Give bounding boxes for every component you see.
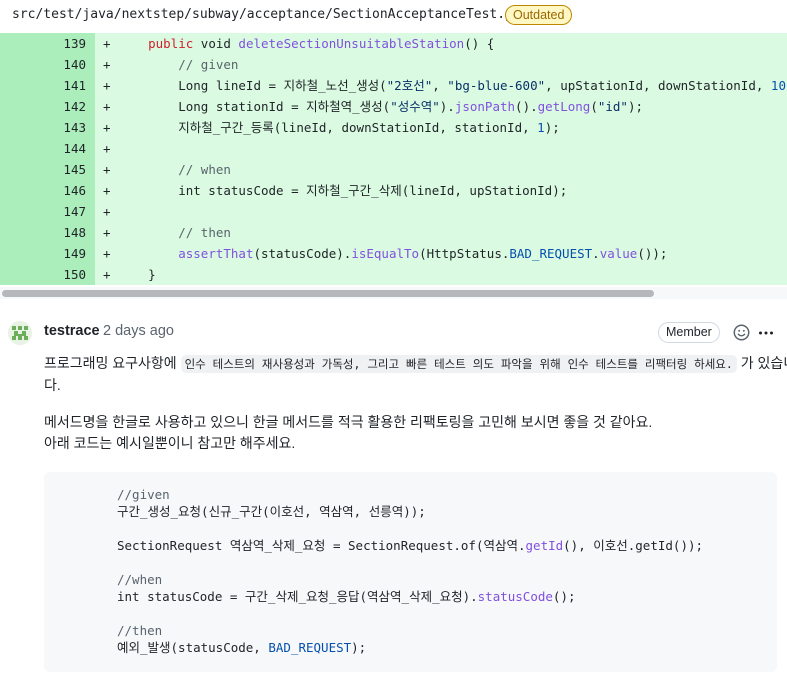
file-path-link[interactable]: src/test/java/nextstep/subway/acceptance… <box>12 7 536 22</box>
line-number: 144 <box>63 141 86 156</box>
code-line: 지하철_구간_등록(lineId, downStationId, station… <box>118 120 560 135</box>
addition-marker: + <box>103 141 111 156</box>
line-number-gutter[interactable]: 141 <box>0 75 95 96</box>
line-number-gutter[interactable]: 144 <box>0 138 95 159</box>
line-number: 146 <box>63 183 86 198</box>
line-number-gutter[interactable]: 145 <box>0 159 95 180</box>
diff-line[interactable]: 148 + // then <box>0 222 787 243</box>
code-block-line: 구간_생성_요청(신규_구간(이호선, 역삼역, 선릉역)); <box>117 504 426 519</box>
line-number: 142 <box>63 99 86 114</box>
scrollbar-thumb[interactable] <box>2 290 654 297</box>
line-number-gutter[interactable]: 146 <box>0 180 95 201</box>
comment-author[interactable]: testrace <box>44 323 100 339</box>
line-number: 150 <box>63 267 86 282</box>
code-line: // given <box>178 57 239 72</box>
diff-line[interactable]: 144 + <box>0 138 787 159</box>
smiley-icon[interactable] <box>733 324 750 341</box>
diff-line[interactable]: 150 + } <box>0 264 787 285</box>
addition-marker: + <box>103 78 111 93</box>
line-number: 140 <box>63 57 86 72</box>
code-line: Long lineId = 지하철_노선_생성("2호선", "bg-blue-… <box>118 78 787 93</box>
code-line: assertThat(statusCode).isEqualTo(HttpSta… <box>178 246 668 261</box>
line-number-gutter[interactable]: 148 <box>0 222 95 243</box>
diff-line[interactable]: 141 + Long lineId = 지하철_노선_생성("2호선", "bg-… <box>0 75 787 96</box>
code-line: // when <box>178 162 231 177</box>
addition-marker: + <box>103 225 111 240</box>
code-block-line: //given <box>117 487 170 502</box>
line-number-gutter[interactable]: 149 <box>0 243 95 264</box>
code-line: // then <box>178 225 231 240</box>
diff-line[interactable]: 149 + assertThat(statusCode).isEqualTo(Ht… <box>0 243 787 264</box>
addition-marker: + <box>103 162 111 177</box>
kebab-horizontal-icon[interactable] <box>758 325 774 341</box>
addition-marker: + <box>103 36 111 51</box>
code-line: Long stationId = 지하철역_생성("성수역").jsonPath… <box>118 99 644 114</box>
line-number: 141 <box>63 78 86 93</box>
line-number-gutter[interactable]: 140 <box>0 54 95 75</box>
code-block-line: int statusCode = 구간_삭제_요청_응답(역삼역_삭제_요청).… <box>117 589 576 604</box>
comment-paragraph-1: 프로그래밍 요구사항에 인수 테스트의 재사용성과 가독성, 그리고 빠른 테스… <box>44 353 787 375</box>
addition-marker: + <box>103 267 111 282</box>
code-line: } <box>118 267 156 282</box>
inline-code: 인수 테스트의 재사용성과 가독성, 그리고 빠른 테스트 의도 파악을 위해 … <box>180 355 737 373</box>
diff-line[interactable]: 139 + public void deleteSectionUnsuitable… <box>0 33 787 54</box>
line-number-gutter[interactable]: 143 <box>0 117 95 138</box>
line-number-gutter[interactable]: 147 <box>0 201 95 222</box>
line-number: 143 <box>63 120 86 135</box>
avatar[interactable] <box>8 321 32 345</box>
code-block-line: //then <box>117 623 163 638</box>
diff-line[interactable]: 142 + Long stationId = 지하철역_생성("성수역").jso… <box>0 96 787 117</box>
comment-paragraph-2-line-1: 메서드명을 한글로 사용하고 있으니 한글 메서드를 적극 활용한 리팩토링을 … <box>44 414 653 430</box>
addition-marker: + <box>103 246 111 261</box>
diff-line[interactable]: 140 + // given <box>0 54 787 75</box>
diff-line[interactable]: 146 + int statusCode = 지하철_구간_삭제(lineId, … <box>0 180 787 201</box>
diff-line[interactable]: 143 + 지하철_구간_등록(lineId, downStationId, st… <box>0 117 787 138</box>
line-number: 148 <box>63 225 86 240</box>
line-number-gutter[interactable]: 139 <box>0 33 95 54</box>
file-header: src/test/java/nextstep/subway/acceptance… <box>0 0 787 32</box>
comment-paragraph-2-line-2: 아래 코드는 예시일뿐이니 참고만 해주세요. <box>44 435 296 451</box>
diff-line[interactable]: 145 + // when <box>0 159 787 180</box>
comment-timestamp[interactable]: 2 days ago <box>103 323 174 339</box>
code-line: int statusCode = 지하철_구간_삭제(lineId, upSta… <box>118 183 568 198</box>
line-number: 149 <box>63 246 86 261</box>
code-block-line: SectionRequest 역삼역_삭제_요청 = SectionReques… <box>117 538 704 553</box>
identicon-avatar-icon <box>8 321 32 345</box>
diff-hunk: 139 + public void deleteSectionUnsuitable… <box>0 33 787 285</box>
addition-marker: + <box>103 204 111 219</box>
addition-marker: + <box>103 183 111 198</box>
author-role-badge: Member <box>658 322 720 343</box>
line-number-gutter[interactable]: 150 <box>0 264 95 285</box>
horizontal-scrollbar[interactable] <box>0 287 787 299</box>
paragraph-text: 가 있습니 <box>740 355 787 371</box>
comment-paragraph-1-wrap: 다. <box>44 377 61 393</box>
addition-marker: + <box>103 120 111 135</box>
code-line: public void deleteSectionUnsuitableStati… <box>148 36 495 51</box>
line-number: 139 <box>63 36 86 51</box>
code-block: //given 구간_생성_요청(신규_구간(이호선, 역삼역, 선릉역)); Se… <box>44 472 777 672</box>
diff-line[interactable]: 147 + <box>0 201 787 222</box>
line-number: 145 <box>63 162 86 177</box>
outdated-badge: Outdated <box>505 5 573 25</box>
addition-marker: + <box>103 57 111 72</box>
code-block-line: //when <box>117 572 163 587</box>
code-block-line: 예외_발생(statusCode, BAD_REQUEST); <box>117 640 367 655</box>
addition-marker: + <box>103 99 111 114</box>
line-number-gutter[interactable]: 142 <box>0 96 95 117</box>
line-number: 147 <box>63 204 86 219</box>
paragraph-text: 프로그래밍 요구사항에 <box>44 355 181 371</box>
